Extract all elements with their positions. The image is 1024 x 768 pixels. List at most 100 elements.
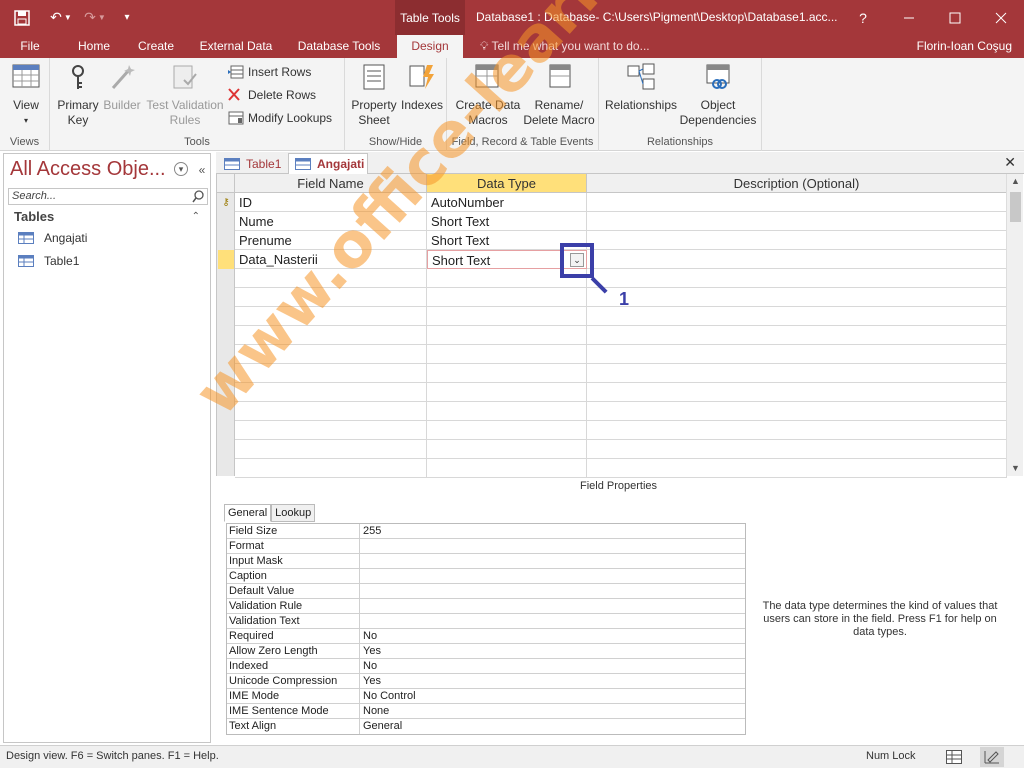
property-value[interactable]: None <box>363 704 389 719</box>
search-icon[interactable] <box>192 190 205 203</box>
description-cell[interactable] <box>587 383 1007 402</box>
row-selector[interactable] <box>218 421 234 440</box>
property-value[interactable]: Yes <box>363 674 381 689</box>
description-cell[interactable] <box>587 307 1007 326</box>
row-selector[interactable] <box>218 383 234 402</box>
design-view-icon[interactable] <box>980 747 1004 767</box>
nav-item-table1[interactable]: Table1 <box>18 251 79 271</box>
close-document-icon[interactable]: ✕ <box>1004 154 1016 171</box>
field-name-cell[interactable]: Data_Nasterii <box>235 250 427 269</box>
data-type-cell[interactable] <box>427 307 587 326</box>
property-row[interactable]: Input Mask <box>227 554 745 569</box>
table-row[interactable] <box>235 383 1007 402</box>
property-row[interactable]: IME Mode No Control <box>227 689 745 704</box>
field-name-cell[interactable] <box>235 307 427 326</box>
nav-search-input[interactable]: Search... <box>8 188 208 205</box>
field-name-cell[interactable] <box>235 459 427 478</box>
field-name-cell[interactable] <box>235 326 427 345</box>
help-button[interactable]: ? <box>840 0 886 35</box>
property-row[interactable]: IME Sentence Mode None <box>227 704 745 719</box>
description-cell[interactable] <box>587 250 1007 269</box>
data-type-cell[interactable]: Short Text <box>427 212 587 231</box>
field-name-cell[interactable]: Nume <box>235 212 427 231</box>
property-row[interactable]: Field Size 255 <box>227 524 745 539</box>
doc-tab-table1[interactable]: Table1 <box>218 153 286 174</box>
test-validation-rules-button[interactable]: Test Validation Rules <box>144 62 226 128</box>
shutter-bar-icon[interactable]: « <box>194 162 210 178</box>
insert-rows-button[interactable]: Insert Rows <box>228 62 311 82</box>
primary-key-icon[interactable]: ⚷ <box>218 193 234 212</box>
table-row[interactable] <box>235 364 1007 383</box>
tab-database-tools[interactable]: Database Tools <box>290 35 388 58</box>
data-type-cell[interactable] <box>427 326 587 345</box>
row-selector[interactable] <box>218 212 234 231</box>
description-cell[interactable] <box>587 459 1007 478</box>
data-type-cell[interactable] <box>427 383 587 402</box>
indexes-button[interactable]: Indexes <box>399 62 445 113</box>
row-selector[interactable] <box>218 440 234 459</box>
tab-home[interactable]: Home <box>68 35 120 58</box>
row-selector[interactable] <box>218 364 234 383</box>
table-row[interactable]: Data_Nasterii Short Text ⌄ <box>235 250 1007 269</box>
tab-general[interactable]: General <box>224 504 272 522</box>
data-type-cell[interactable] <box>427 345 587 364</box>
table-row[interactable]: Nume Short Text <box>235 212 1007 231</box>
property-row[interactable]: Indexed No <box>227 659 745 674</box>
field-name-cell[interactable] <box>235 421 427 440</box>
table-row[interactable] <box>235 402 1007 421</box>
table-row[interactable] <box>235 345 1007 364</box>
tell-me-box[interactable]: 💡︎ Tell me what you want to do... <box>480 35 650 58</box>
nav-item-angajati[interactable]: Angajati <box>18 228 87 248</box>
tab-file[interactable]: File <box>10 35 50 58</box>
row-selector[interactable] <box>218 326 234 345</box>
row-selector[interactable] <box>218 269 234 288</box>
data-type-cell[interactable] <box>427 288 587 307</box>
property-value[interactable]: Yes <box>363 644 381 659</box>
property-row[interactable]: Text Align General <box>227 719 745 734</box>
table-row[interactable] <box>235 269 1007 288</box>
row-selector[interactable] <box>218 345 234 364</box>
scroll-thumb[interactable] <box>1010 192 1021 222</box>
undo-icon[interactable]: ↶ ▼ <box>44 0 78 35</box>
field-name-cell[interactable]: ID <box>235 193 427 212</box>
data-type-cell[interactable] <box>427 364 587 383</box>
property-row[interactable]: Unicode Compression Yes <box>227 674 745 689</box>
description-cell[interactable] <box>587 193 1007 212</box>
property-value[interactable]: General <box>363 719 402 734</box>
collapse-section-icon[interactable]: ⌃ <box>192 211 200 222</box>
property-row[interactable]: Format <box>227 539 745 554</box>
property-row[interactable]: Caption <box>227 569 745 584</box>
rename-delete-macro-button[interactable]: Rename/ Delete Macro <box>521 62 597 128</box>
field-name-cell[interactable]: Prenume <box>235 231 427 250</box>
doc-tab-angajati[interactable]: Angajati <box>288 153 368 174</box>
redo-icon[interactable]: ↷ ▼ <box>78 0 112 35</box>
row-selector[interactable] <box>218 288 234 307</box>
field-name-cell[interactable] <box>235 269 427 288</box>
create-data-macros-button[interactable]: Create Data Macros <box>451 62 525 128</box>
nav-pane-title[interactable]: All Access Obje... <box>10 158 166 181</box>
tab-lookup[interactable]: Lookup <box>271 504 316 522</box>
property-row[interactable]: Validation Text <box>227 614 745 629</box>
property-value[interactable]: 255 <box>363 524 381 539</box>
data-type-cell[interactable] <box>427 421 587 440</box>
data-type-cell[interactable] <box>427 402 587 421</box>
property-value[interactable]: No <box>363 629 377 644</box>
property-row[interactable]: Allow Zero Length Yes <box>227 644 745 659</box>
row-selector[interactable] <box>218 231 234 250</box>
description-cell[interactable] <box>587 402 1007 421</box>
data-type-cell[interactable]: AutoNumber <box>427 193 587 212</box>
property-value[interactable]: No Control <box>363 689 416 704</box>
customize-qat-icon[interactable]: ▾ <box>112 0 142 35</box>
field-name-cell[interactable] <box>235 364 427 383</box>
nav-menu-chevron-icon[interactable]: ▾ <box>174 162 188 176</box>
user-name[interactable]: Florin-Ioan Coşug <box>917 35 1012 58</box>
table-row[interactable]: Prenume Short Text <box>235 231 1007 250</box>
grid-scrollbar[interactable]: ▲ ▼ <box>1006 174 1023 476</box>
maximize-button[interactable] <box>932 0 978 35</box>
tab-external-data[interactable]: External Data <box>192 35 280 58</box>
save-icon[interactable] <box>0 0 44 35</box>
table-row[interactable] <box>235 421 1007 440</box>
table-row[interactable] <box>235 459 1007 478</box>
description-cell[interactable] <box>587 364 1007 383</box>
field-name-cell[interactable] <box>235 383 427 402</box>
